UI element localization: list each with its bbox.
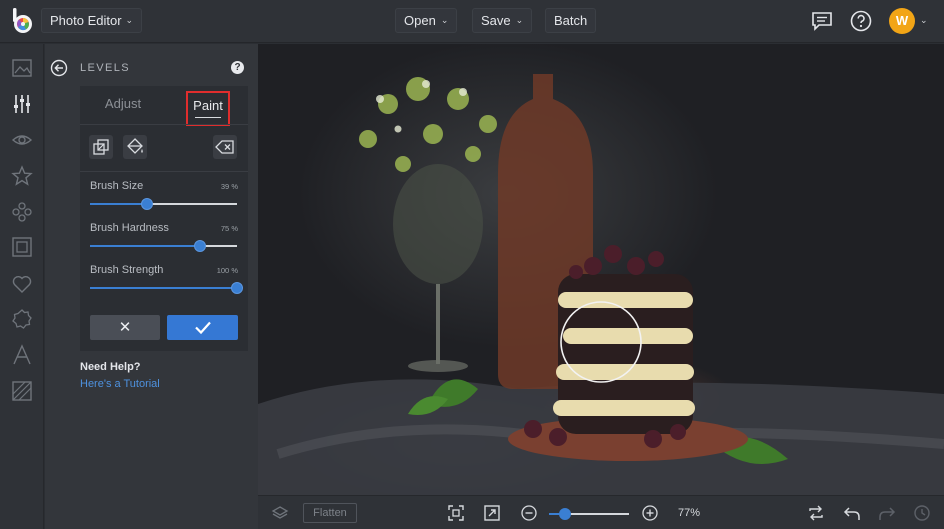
slider-thumb[interactable] [194,240,207,252]
star-icon[interactable] [11,165,33,187]
compare-swap-icon[interactable] [807,504,825,522]
history-icon[interactable] [913,504,931,522]
zoom-level: 77% [678,507,701,519]
zoom-out-icon[interactable] [520,504,538,522]
close-icon: ✕ [118,319,132,336]
brush-hardness-value: 75 % [220,224,238,233]
save-button[interactable]: Save ⌄ [472,8,533,33]
zoom-in-icon[interactable] [641,504,659,522]
text-icon[interactable] [11,344,33,366]
eraser-icon [215,140,234,154]
slider-fill [90,203,148,205]
levels-panel: LEVELS ? Adjust Paint Brush Size 39 % Br… [45,44,258,529]
chevron-down-icon: ⌄ [440,15,449,25]
user-avatar[interactable]: W [889,8,915,34]
brush-strength-label: Brush Strength [90,264,164,276]
app-title-dropdown[interactable]: Photo Editor ⌄ [41,8,143,33]
shapes-icon[interactable] [11,201,33,223]
photo-image [258,74,944,495]
tab-paint[interactable]: Paint [186,91,230,126]
checkmark-icon [195,321,211,335]
photo-editor-app: Photo Editor ⌄ Open ⌄ Save ⌄ Batch W ⌄ L… [0,0,944,529]
brush-hardness-label: Brush Hardness [90,222,169,234]
image-icon[interactable] [11,57,33,79]
chevron-down-icon[interactable]: ⌄ [920,15,928,26]
eye-icon[interactable] [11,129,33,151]
divider [80,124,248,125]
invert-mask-icon [93,139,109,155]
frame-icon[interactable] [11,236,33,258]
zoom-slider[interactable] [549,508,629,520]
texture-icon[interactable] [11,380,33,402]
redo-icon[interactable] [878,504,896,522]
need-help-heading: Need Help? [80,361,141,373]
tutorial-link[interactable]: Here's a Tutorial [80,378,160,390]
undo-icon[interactable] [843,504,861,522]
tool-rail [0,44,44,529]
help-icon[interactable] [849,9,873,33]
eraser-button[interactable] [213,135,237,159]
chevron-down-icon: ⌄ [125,15,134,25]
back-arrow-icon[interactable] [50,59,68,77]
paint-options-box: Adjust Paint Brush Size 39 % Brush Hardn… [80,86,248,351]
batch-button[interactable]: Batch [545,8,597,33]
brush-hardness-slider[interactable] [90,240,237,252]
badge-icon[interactable] [11,308,33,330]
apply-button[interactable] [167,315,238,340]
tab-adjust[interactable]: Adjust [80,86,166,124]
layers-icon[interactable] [271,504,289,522]
invert-mask-button[interactable] [89,135,113,159]
bottom-toolbar: Flatten 77% [258,495,944,529]
tab-paint-label: Paint [193,98,223,113]
paint-bucket-icon [127,138,143,154]
open-label: Open [404,13,436,28]
top-bar: Photo Editor ⌄ Open ⌄ Save ⌄ Batch W ⌄ [0,0,944,43]
fill-brush-button[interactable] [123,135,147,159]
brush-strength-slider[interactable] [90,282,243,294]
fit-screen-icon[interactable] [447,504,465,522]
feedback-chat-icon[interactable] [810,9,834,33]
batch-label: Batch [554,13,588,28]
brush-size-slider[interactable] [90,198,237,210]
befunky-logo-icon[interactable] [10,8,34,34]
slider-thumb[interactable] [559,508,571,520]
expand-icon[interactable] [483,504,501,522]
brush-strength-value: 100 % [216,266,238,275]
open-button[interactable]: Open ⌄ [395,8,458,33]
slider-thumb[interactable] [141,198,154,210]
slider-thumb[interactable] [231,282,243,294]
heart-icon[interactable] [11,273,33,295]
panel-help-icon[interactable]: ? [231,61,244,74]
brush-size-value: 39 % [220,182,238,191]
chevron-down-icon: ⌄ [515,15,524,25]
app-title-label: Photo Editor [50,13,122,28]
save-label: Save [481,13,511,28]
flatten-button[interactable]: Flatten [303,503,357,523]
divider [80,171,248,172]
sliders-icon[interactable] [11,93,33,115]
photo-canvas[interactable] [258,44,944,495]
cancel-button[interactable]: ✕ [90,315,160,340]
slider-fill [90,287,237,289]
slider-fill [90,245,201,247]
brush-size-label: Brush Size [90,180,144,192]
panel-title: LEVELS [80,62,130,74]
active-tab-underline [195,117,221,118]
